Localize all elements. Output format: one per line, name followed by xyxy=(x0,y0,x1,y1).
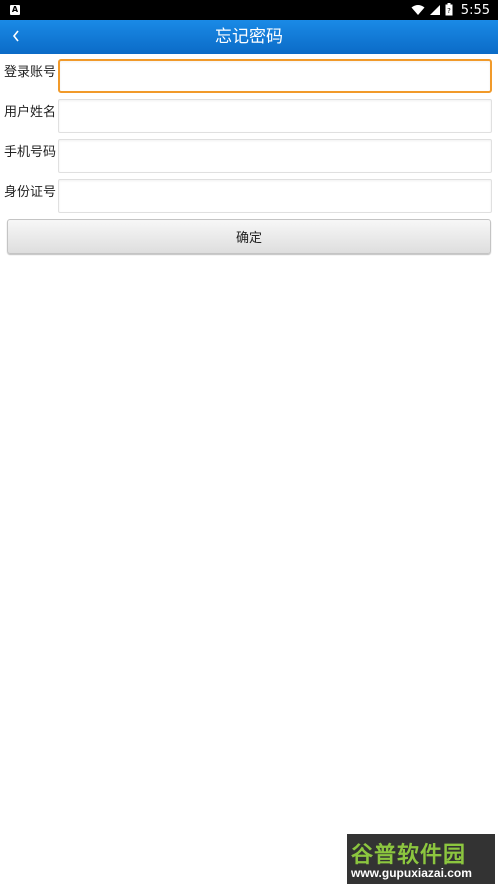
id-number-row: 身份证号 xyxy=(0,179,498,215)
watermark-title: 谷普软件园 xyxy=(351,842,467,867)
wifi-icon xyxy=(411,1,425,20)
status-time: 5:55 xyxy=(460,2,490,18)
id-number-label: 身份证号 xyxy=(4,185,57,200)
battery-icon: ? xyxy=(445,1,453,20)
phone-number-input[interactable] xyxy=(58,139,492,173)
status-icons: ? 5:55 xyxy=(411,0,490,20)
status-bar: A ? 5:55 xyxy=(0,0,498,20)
watermark-url: www.gupuxiazai.com xyxy=(351,866,472,880)
id-number-input[interactable] xyxy=(58,179,492,213)
login-account-row: 登录账号 xyxy=(0,59,498,95)
user-name-label: 用户姓名 xyxy=(4,105,57,120)
svg-text:?: ? xyxy=(447,7,451,15)
notification-icon: A xyxy=(10,5,20,15)
page-title: 忘记密码 xyxy=(215,27,283,47)
user-name-input[interactable] xyxy=(58,99,492,133)
confirm-button[interactable]: 确定 xyxy=(7,219,491,254)
user-name-row: 用户姓名 xyxy=(0,99,498,135)
phone-number-label: 手机号码 xyxy=(4,145,57,160)
title-bar: 忘记密码 xyxy=(0,20,498,54)
login-account-label: 登录账号 xyxy=(4,65,57,80)
watermark-logo: 谷普软件园 www.gupuxiazai.com xyxy=(347,834,495,884)
signal-icon xyxy=(429,1,441,20)
phone-number-row: 手机号码 xyxy=(0,139,498,175)
login-account-input[interactable] xyxy=(58,59,492,93)
